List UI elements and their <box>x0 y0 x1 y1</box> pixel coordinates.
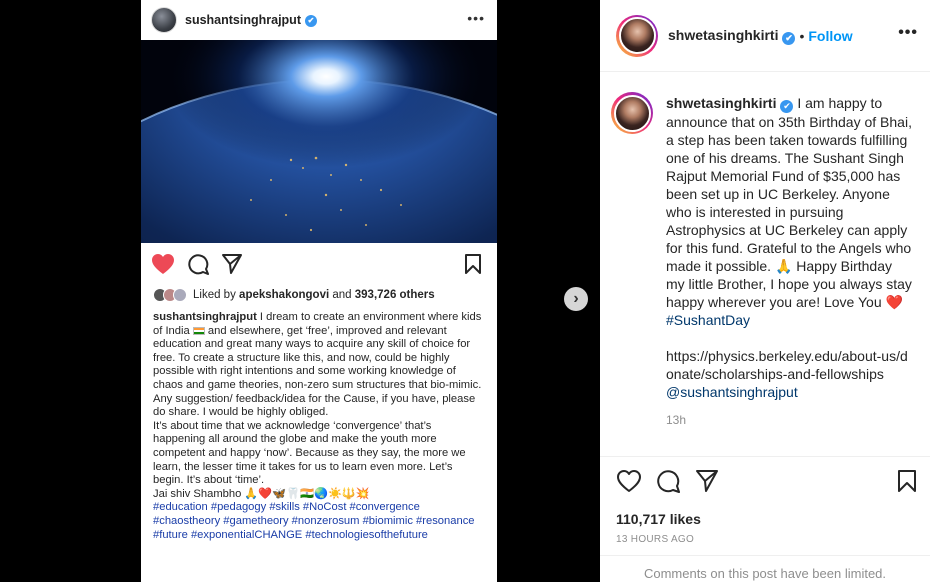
action-bar <box>600 457 930 497</box>
caption-avatar <box>613 94 651 132</box>
verified-badge-icon: ✔ <box>304 14 317 27</box>
earth-sunrise-graphic <box>141 40 497 243</box>
save-bookmark-icon[interactable] <box>896 469 918 493</box>
caption-section: shwetasinghkirti ✔ I am happy to announce… <box>600 72 930 457</box>
embedded-hashtags: #education #pedagogy #skills #NoCost #co… <box>153 501 475 541</box>
heart-filled-icon <box>152 254 174 274</box>
embedded-caption-para-1: sushantsinghrajput I dream to create an … <box>153 311 485 420</box>
embedded-avatar <box>151 7 177 33</box>
header-username[interactable]: shwetasinghkirti ✔ <box>668 26 796 45</box>
embedded-caption-para-2: It’s about time that we acknowledge ‘con… <box>153 419 466 487</box>
header-username-text: shwetasinghkirti <box>668 26 779 43</box>
india-flag-icon <box>192 326 205 335</box>
verified-badge-icon: ✔ <box>782 31 796 45</box>
embedded-likes-text: Liked by apekshakongovi and 393,726 othe… <box>193 289 435 301</box>
embedded-caption-text-1b: and elsewhere, get ‘free’, improved and … <box>153 324 482 419</box>
embedded-post-image: sushantsinghrajput ✔ ••• Liked by apeksh… <box>141 0 497 582</box>
share-icon[interactable] <box>695 469 719 493</box>
embedded-caption-para-3: Jai shiv Shambho 🙏❤️🦋🦷🇮🇳🌏☀️🔱💥 <box>153 487 370 500</box>
embedded-action-bar <box>141 243 497 285</box>
verified-badge-icon: ✔ <box>780 100 794 113</box>
liker-avatar <box>173 288 187 302</box>
avatar <box>618 17 656 54</box>
caption-story-ring[interactable] <box>611 92 653 134</box>
likes-and: and <box>332 289 352 301</box>
caption-username[interactable]: shwetasinghkirti <box>666 95 776 111</box>
mention-link[interactable]: @sushantsinghrajput <box>666 384 798 400</box>
share-icon <box>222 254 242 274</box>
hashtag-link[interactable]: #SushantDay <box>666 312 750 328</box>
post-media: sushantsinghrajput ✔ ••• Liked by apeksh… <box>0 0 600 582</box>
embedded-post-header: sushantsinghrajput ✔ ••• <box>141 0 497 40</box>
comment-icon <box>188 254 209 275</box>
caption: shwetasinghkirti ✔ I am happy to announce… <box>666 94 914 401</box>
follow-button[interactable]: Follow <box>808 28 852 44</box>
likes-user: apekshakongovi <box>239 289 330 301</box>
embedded-more-icon: ••• <box>467 10 485 26</box>
comment-icon[interactable] <box>656 469 680 493</box>
next-slide-button[interactable]: › <box>564 287 588 311</box>
more-options-icon[interactable]: ••• <box>898 24 918 42</box>
caption-time[interactable]: 13h <box>666 413 914 427</box>
post-header: shwetasinghkirti ✔ • Follow ••• <box>600 0 930 72</box>
earth-from-space-photo <box>141 40 497 243</box>
separator-dot: • <box>799 27 805 44</box>
caption-text: I am happy to announce that on 35th Birt… <box>666 95 912 310</box>
comments-limited-notice: Comments on this post have been limited. <box>600 555 930 581</box>
like-heart-icon[interactable] <box>616 469 642 493</box>
bookmark-icon <box>465 254 481 274</box>
likes-count: 393,726 others <box>354 289 435 301</box>
likes-prefix: Liked by <box>193 289 236 301</box>
likes-count[interactable]: 110,717 likes <box>600 511 930 527</box>
post-date[interactable]: 13 HOURS AGO <box>600 534 930 545</box>
embedded-caption-user: sushantsinghrajput <box>153 311 257 323</box>
caption-url: https://physics.berkeley.edu/about-us/do… <box>666 348 908 382</box>
embedded-username-text: sushantsinghrajput <box>185 13 301 27</box>
embedded-likes-row: Liked by apekshakongovi and 393,726 othe… <box>141 285 497 305</box>
embedded-username: sushantsinghrajput ✔ <box>185 13 317 27</box>
post-side-panel: shwetasinghkirti ✔ • Follow ••• shwetasin… <box>600 0 930 582</box>
story-ring[interactable] <box>616 14 658 57</box>
embedded-caption: sushantsinghrajput I dream to create an … <box>141 305 497 542</box>
